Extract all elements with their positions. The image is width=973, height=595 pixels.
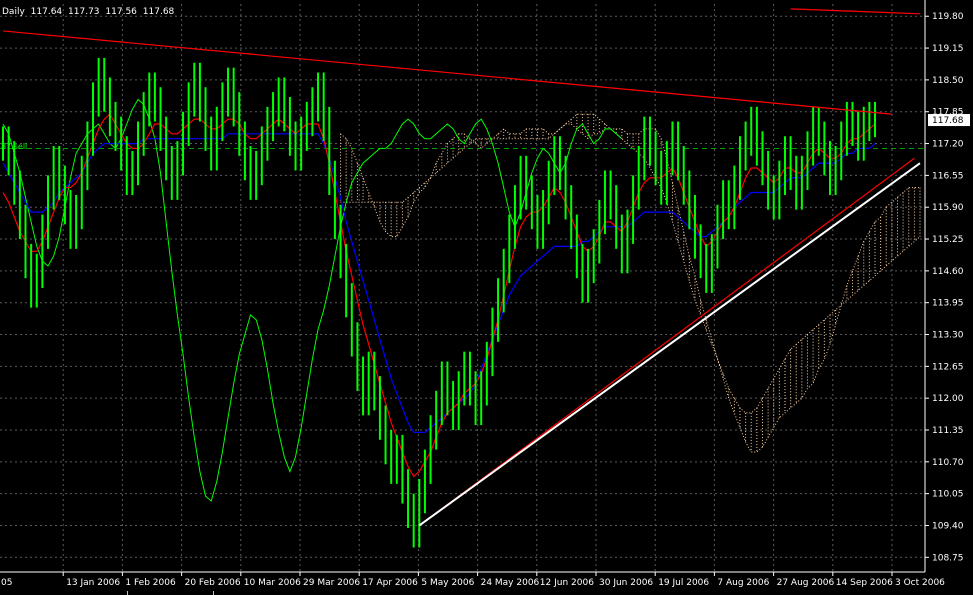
high-value: 117.73 — [68, 7, 100, 17]
x-tick-label: 1 Feb 2006 — [125, 578, 176, 588]
grid-lines — [0, 4, 925, 572]
y-tick-label: 117.20 — [932, 140, 964, 150]
y-tick-label: 110.70 — [932, 458, 964, 468]
y-tick-label: 111.35 — [932, 426, 964, 436]
x-tick-label: 24 May 2006 — [481, 578, 540, 588]
timeframe-label: Daily — [2, 7, 25, 17]
trendline-support_white — [418, 162, 921, 527]
x-tick-label: 05 — [1, 578, 12, 588]
x-tick-label: 10 Mar 2006 — [244, 578, 301, 588]
y-tick-label: 112.00 — [932, 394, 964, 404]
level-label: 87 sell — [1, 142, 28, 151]
trend-lines — [2, 8, 921, 527]
x-tick-label: 20 Feb 2006 — [185, 578, 241, 588]
close-value: 117.68 — [142, 7, 175, 17]
tenkan-sen-line — [2, 113, 876, 478]
y-tick-label: 113.30 — [932, 331, 964, 341]
y-tick-label: 109.40 — [932, 521, 964, 531]
x-tick-label: 19 Jul 2006 — [658, 578, 709, 588]
y-tick-label: 110.05 — [932, 490, 964, 500]
senkou-span-a — [340, 123, 920, 453]
y-tick-label: 115.90 — [932, 203, 964, 213]
open-value: 117.64 — [30, 7, 63, 17]
y-tick-label: 119.15 — [932, 44, 964, 54]
trendline-support_red — [418, 157, 915, 526]
y-tick-label: 119.80 — [932, 12, 964, 22]
y-tick-label: 114.60 — [932, 267, 964, 277]
scrollbar-divider — [127, 591, 128, 595]
trendline-resistance_top — [790, 8, 921, 15]
y-tick-label: 115.25 — [932, 235, 964, 245]
chikou-span-line — [2, 98, 623, 502]
x-tick-label: 14 Sep 2006 — [836, 578, 893, 588]
y-tick-label: 108.75 — [932, 553, 964, 563]
x-tick-label: 5 May 2006 — [421, 578, 474, 588]
current-price-label: 117.68 — [932, 116, 964, 126]
y-tick-label: 113.95 — [932, 299, 964, 309]
x-tick-label: 7 Aug 2006 — [717, 578, 769, 588]
x-tick-label: 3 Oct 2006 — [895, 578, 945, 588]
ichimoku-chart[interactable]: 119.80119.15118.50117.85117.20116.55115.… — [0, 0, 973, 595]
x-tick-label: 17 Apr 2006 — [362, 578, 418, 588]
y-tick-label: 116.55 — [932, 171, 964, 181]
x-tick-label: 27 Aug 2006 — [777, 578, 835, 588]
ohlc-header: Daily 117.64 117.73 117.56 117.68 — [2, 7, 177, 17]
x-tick-label: 30 Jun 2006 — [599, 578, 653, 588]
y-tick-label: 112.65 — [932, 362, 964, 372]
x-tick-label: 12 Jun 2006 — [540, 578, 594, 588]
chart-scrollbar[interactable] — [0, 591, 973, 595]
kijun-sen-line — [2, 133, 876, 433]
x-tick-label: 29 Mar 2006 — [303, 578, 360, 588]
x-tick-label: 13 Jan 2006 — [66, 578, 120, 588]
low-value: 117.56 — [105, 7, 137, 17]
chart-axes: 119.80119.15118.50117.85117.20116.55115.… — [0, 0, 970, 588]
y-tick-label: 118.50 — [932, 76, 964, 86]
scrollbar-divider — [213, 591, 214, 595]
